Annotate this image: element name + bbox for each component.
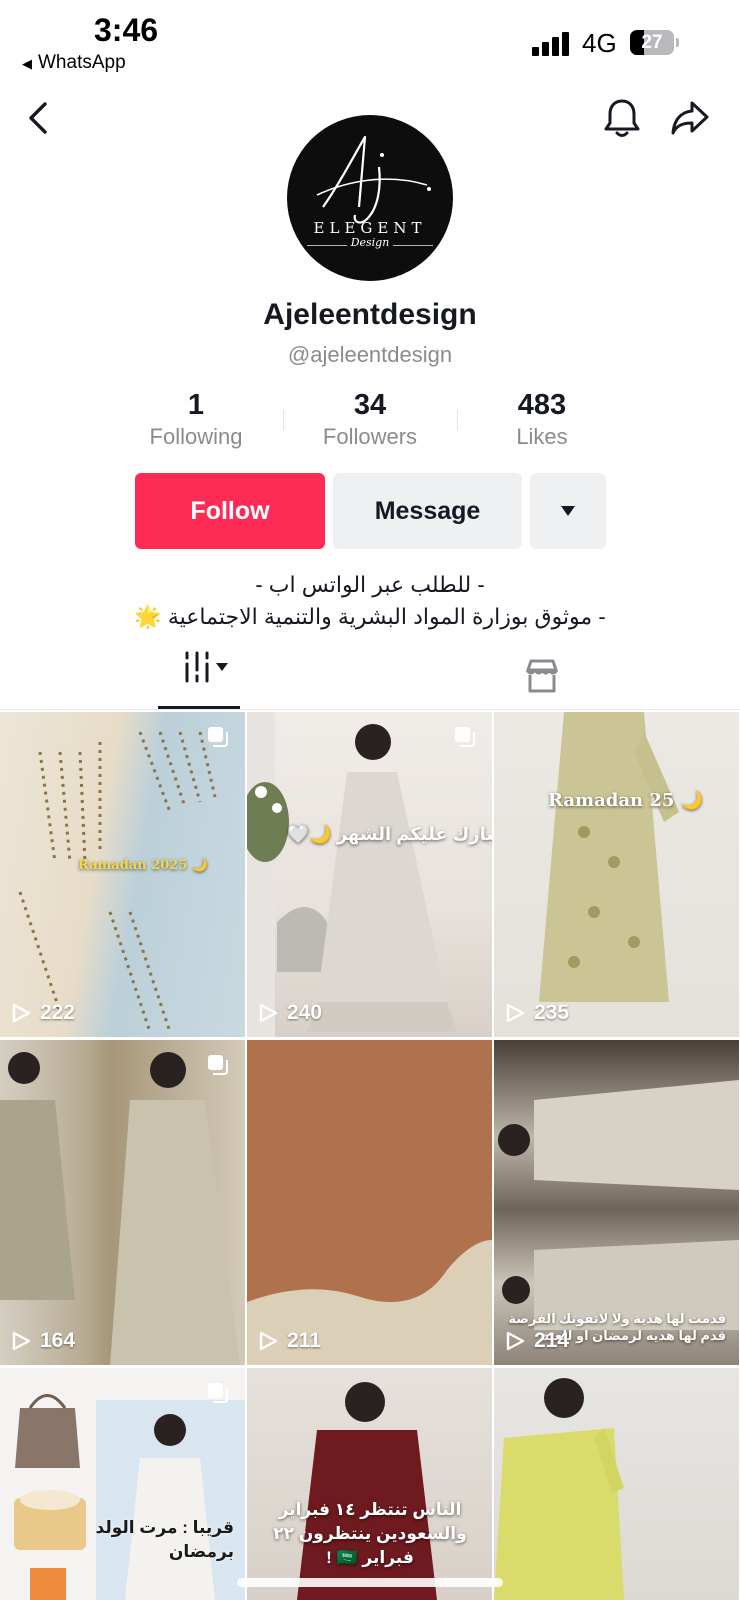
video-grid-icon [185, 651, 228, 683]
video-views: 214 [504, 1329, 569, 1353]
back-to-whatsapp-link[interactable]: ◀ WhatsApp [22, 52, 126, 74]
view-count: 214 [534, 1329, 570, 1352]
video-caption: Ramadan 2025 🌙 [78, 858, 209, 873]
model-photo-image [247, 712, 457, 1037]
battery-icon: 27 [630, 30, 679, 55]
play-icon [12, 1331, 31, 1351]
following-count: 1 [187, 389, 205, 421]
profile-display-name: Ajeleentdesign [263, 298, 477, 331]
likes-stat[interactable]: 483 Likes [457, 388, 627, 452]
shop-icon [525, 659, 559, 693]
logo-subtitle: Design [287, 236, 453, 249]
multi-photo-icon [208, 727, 228, 747]
play-icon [12, 1003, 31, 1023]
stat-divider [283, 410, 284, 430]
more-options-button[interactable] [530, 473, 606, 549]
view-count: 211 [287, 1329, 321, 1352]
tab-videos[interactable] [158, 650, 240, 708]
likes-label: Likes [516, 424, 568, 449]
message-button[interactable]: Message [333, 473, 522, 549]
video-caption: Ramadan 25 🌙 [548, 790, 704, 811]
multi-photo-icon [208, 1383, 228, 1403]
tab-shop[interactable] [520, 654, 564, 698]
follow-button[interactable]: Follow [135, 473, 325, 549]
notifications-button[interactable] [600, 96, 644, 140]
share-button[interactable] [668, 96, 712, 140]
network-label: 4G [582, 28, 617, 58]
profile-handle: @ajeleentdesign [287, 342, 453, 367]
model-photo-image [0, 1052, 240, 1365]
multi-photo-icon [455, 727, 475, 747]
video-tile[interactable]: 211 [247, 1040, 492, 1365]
status-time: 3:46 [94, 12, 159, 48]
bell-icon [604, 99, 640, 137]
avatar[interactable]: ELEGENT Design [287, 115, 453, 281]
video-tile[interactable]: الناس تنتظر ١٤ فبراير والسعودين ينتظرون … [247, 1368, 492, 1600]
video-views: 222 [10, 1001, 75, 1025]
video-tile[interactable]: Ramadan 25 🌙 235 [494, 712, 739, 1037]
video-views: 211 [257, 1329, 321, 1353]
chevron-left-icon [29, 102, 47, 134]
bio-line: - موثوق بوزارة المواد البشرية والتنمية ا… [134, 604, 606, 629]
video-tile[interactable]: 164 [0, 1040, 245, 1365]
signal-icon [532, 30, 572, 56]
video-tile[interactable]: Ramadan 2025 🌙 222 [0, 712, 245, 1037]
video-tile[interactable]: مبارك عليكم الشهر 🌙🤍 240 [247, 712, 492, 1037]
model-photo-image [539, 712, 679, 1002]
share-arrow-icon [671, 101, 709, 135]
video-caption: الناس تنتظر ١٤ فبراير والسعودين ينتظرون … [273, 1500, 467, 1567]
back-button[interactable] [16, 96, 60, 140]
followers-stat[interactable]: 34 Followers [285, 388, 455, 452]
logo-wordmark: ELEGENT [313, 219, 427, 237]
model-photo-image [494, 1378, 624, 1600]
tab-divider [0, 709, 740, 710]
video-views: 235 [504, 1001, 569, 1025]
brand-logo-icon [316, 136, 431, 224]
video-tile[interactable] [494, 1368, 739, 1600]
view-count: 222 [40, 1001, 76, 1024]
multi-photo-icon [208, 1055, 228, 1075]
battery-level: 27 [641, 32, 663, 53]
play-icon [506, 1003, 525, 1023]
view-count: 164 [40, 1329, 76, 1352]
followers-count: 34 [353, 389, 387, 421]
video-caption: مبارك عليكم الشهر 🌙🤍 [287, 824, 492, 844]
abstract-background-image [247, 1240, 492, 1365]
play-icon [259, 1003, 278, 1023]
view-count: 240 [287, 1001, 323, 1024]
video-tile[interactable]: قريبا : مرت الولد برمضان [0, 1368, 245, 1600]
following-label: Following [149, 424, 243, 449]
bio-line: - للطلب عبر الواتس اب - [255, 572, 485, 597]
caret-down-icon [561, 506, 575, 516]
status-bar: 3:46 ◀ WhatsApp 4G 27 [0, 0, 740, 80]
likes-count: 483 [517, 389, 567, 421]
followers-label: Followers [322, 424, 418, 449]
home-indicator[interactable] [237, 1578, 503, 1587]
dress-embroidery-image [18, 731, 217, 1033]
view-count: 235 [534, 1001, 570, 1024]
following-stat[interactable]: 1 Following [111, 388, 281, 452]
back-app-label: WhatsApp [38, 52, 126, 73]
back-triangle-icon: ◀ [22, 56, 32, 71]
play-icon [259, 1331, 278, 1351]
video-caption: قريبا : مرت الولد برمضان [95, 1518, 235, 1561]
video-views: 164 [10, 1329, 75, 1353]
play-icon [506, 1331, 525, 1351]
video-views: 240 [257, 1001, 322, 1025]
video-tile[interactable]: قدمت لها هدية ولا لاتفوتك الفرصة قدم لها… [494, 1040, 739, 1365]
